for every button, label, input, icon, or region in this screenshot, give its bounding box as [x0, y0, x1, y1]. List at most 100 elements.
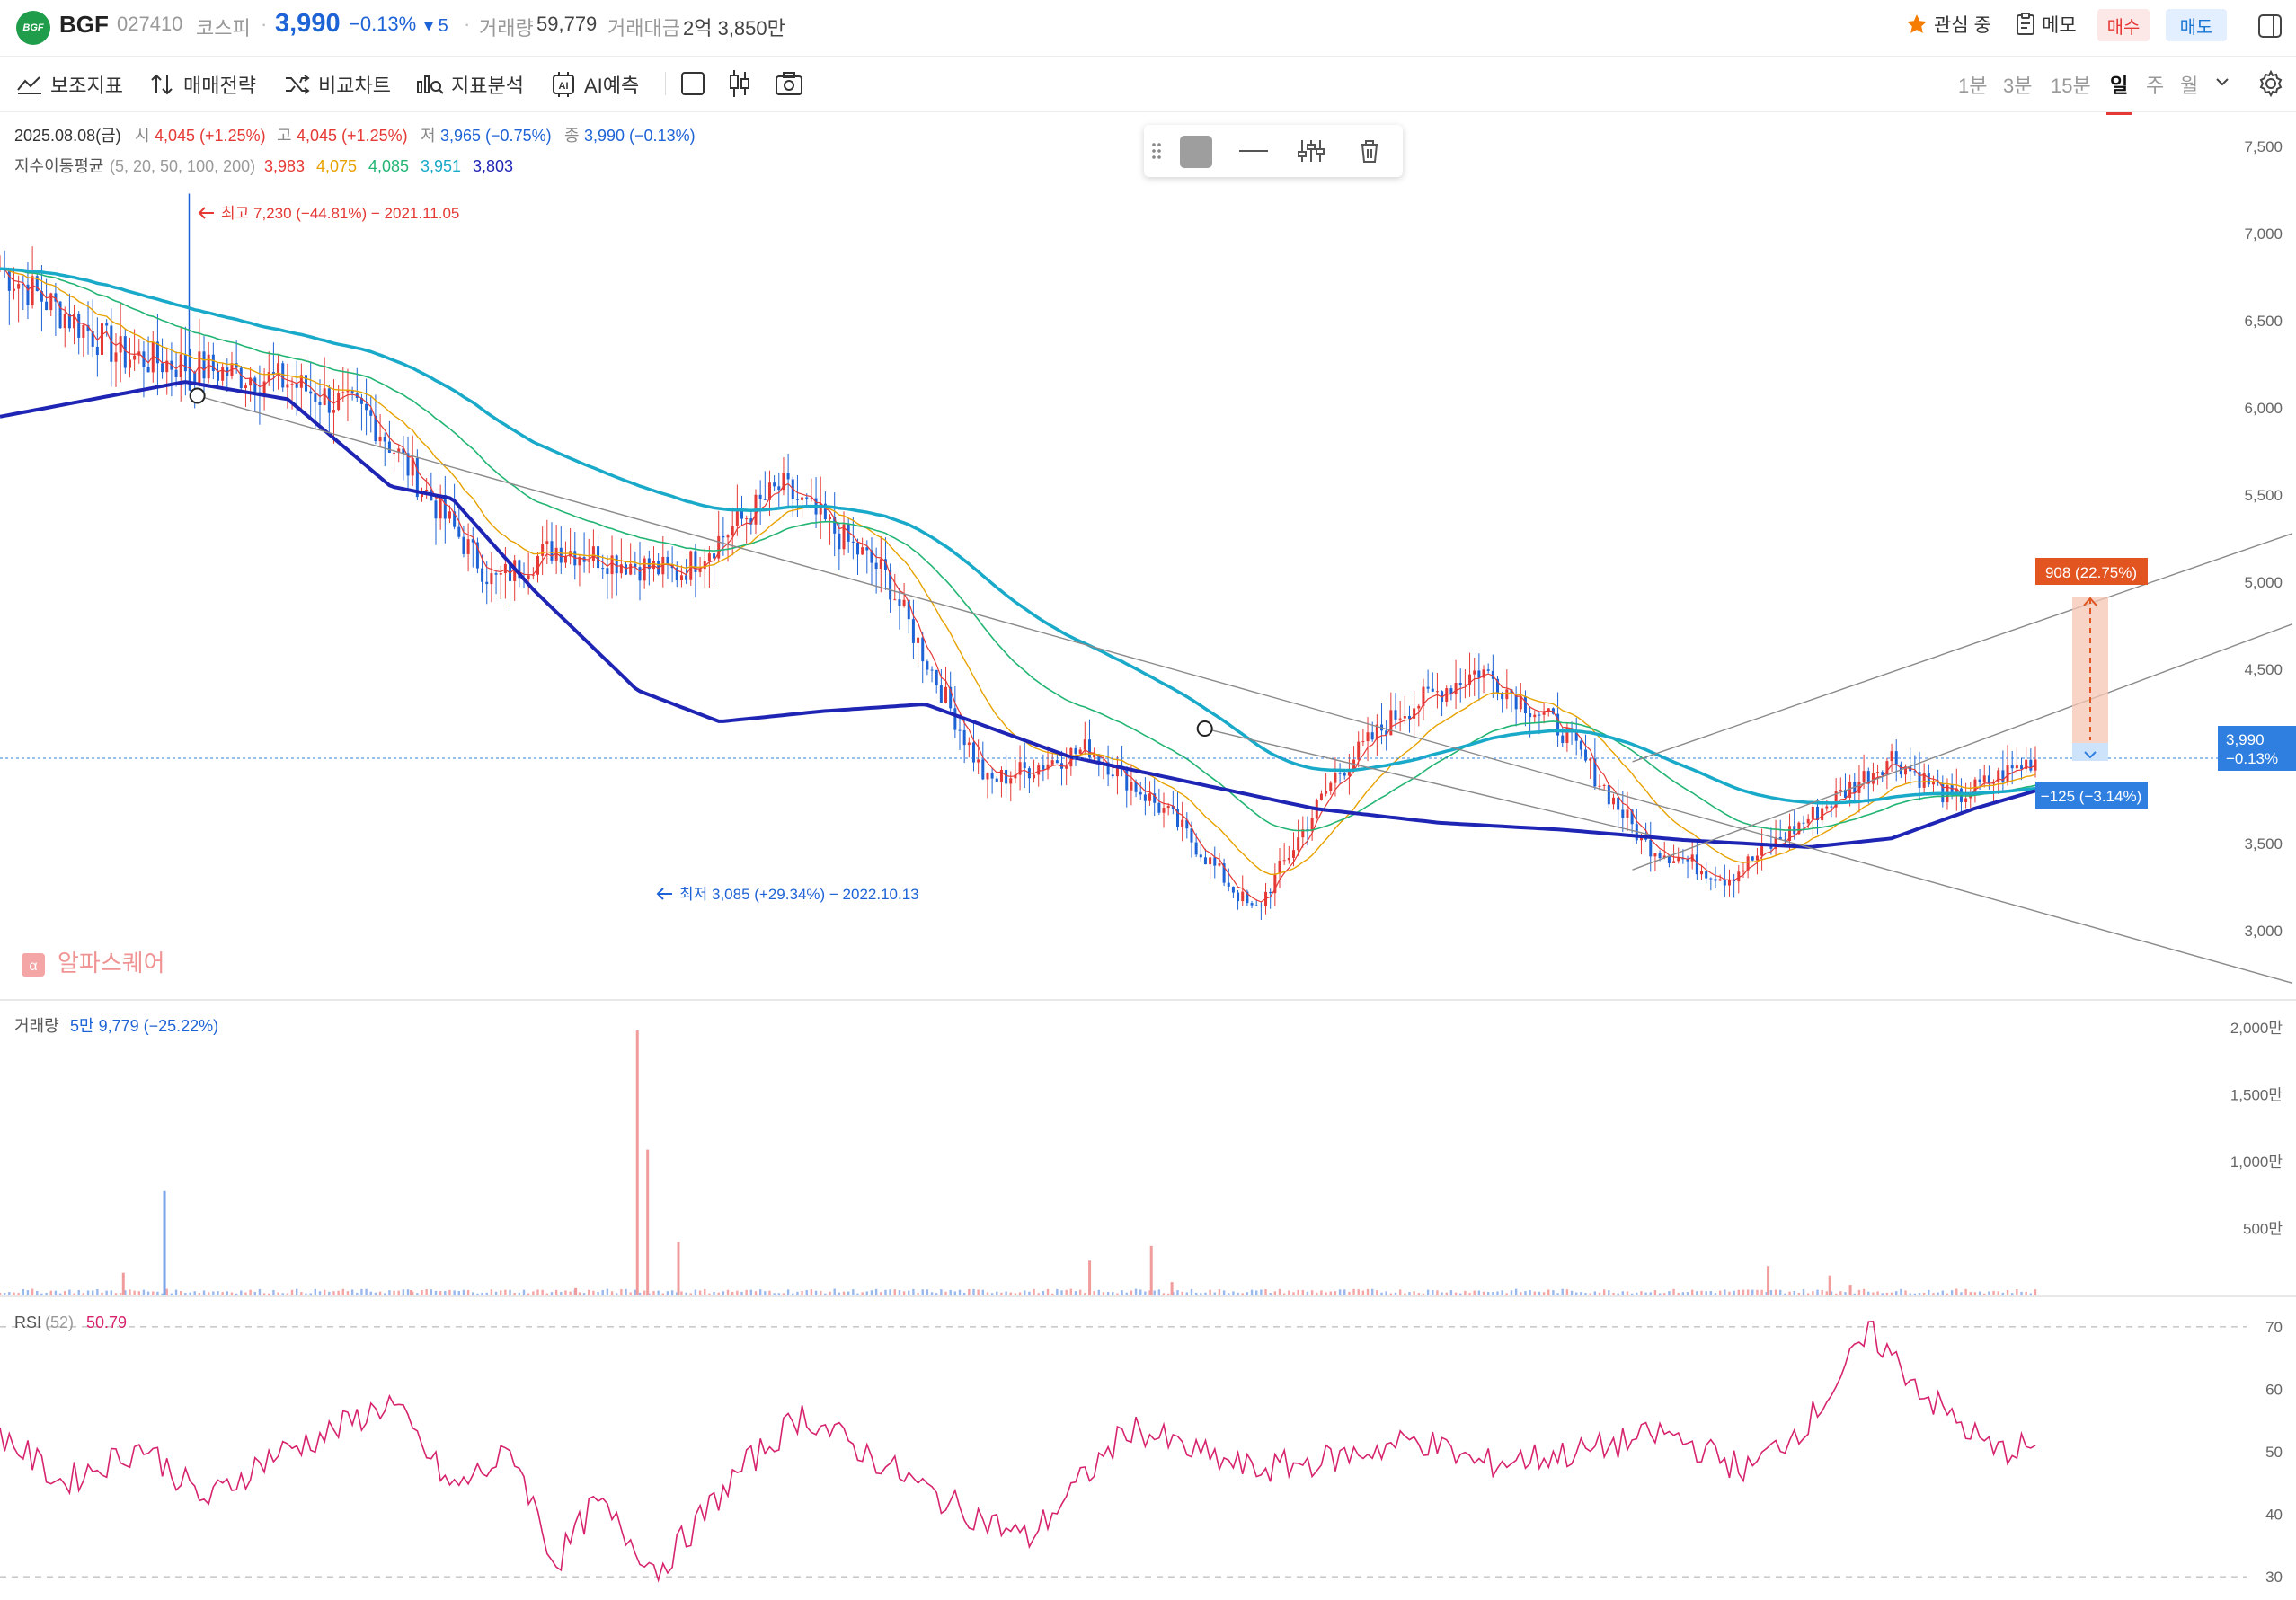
candle-body — [277, 363, 280, 375]
candle-body — [341, 392, 345, 393]
price-axis-tick: 6,500 — [2244, 313, 2283, 330]
volume-bar — [592, 1290, 595, 1295]
current-price: 3,990 — [275, 9, 341, 38]
volume-bar — [620, 1289, 623, 1295]
volume-bar — [1139, 1289, 1142, 1295]
candlestick-icon[interactable] — [726, 68, 753, 99]
trend-channel-lower — [1632, 623, 2293, 871]
timeframe-day[interactable]: 일 — [2105, 70, 2132, 115]
volume-bar — [448, 1289, 451, 1295]
timeframe-month[interactable]: 월 — [2180, 70, 2198, 99]
candle-body — [1584, 749, 1588, 761]
ma-label: 지수이동평균 — [14, 157, 103, 175]
volume-bar — [8, 1292, 11, 1295]
color-swatch-button[interactable] — [1180, 136, 1212, 168]
rsi-panel-value: 50.79 — [86, 1313, 127, 1331]
price-range-measure[interactable]: 908 (22.75%) −125 (−3.14%) — [2035, 558, 2148, 809]
volume-bar — [852, 1289, 855, 1295]
candle-body — [309, 391, 313, 394]
tool-indicator-analysis[interactable]: 지표분석 — [415, 70, 524, 99]
volume-bar — [26, 1290, 30, 1295]
side-panel-icon[interactable] — [2257, 13, 2283, 40]
candle-body — [591, 546, 595, 561]
ma100-line — [0, 267, 2036, 805]
volume-bar — [1922, 1292, 1926, 1295]
candle-body — [1617, 797, 1620, 810]
volume-bar — [1325, 1292, 1327, 1295]
volume-bar — [1584, 1293, 1587, 1295]
candle-body — [1319, 793, 1323, 800]
volume-bar — [996, 1291, 998, 1295]
tool-ai-forecast[interactable]: AI AI예측 — [550, 70, 639, 99]
candle-body — [1542, 712, 1546, 715]
volume-bar — [402, 1289, 405, 1295]
memo-button[interactable]: 메모 — [2015, 11, 2077, 38]
candle-body — [332, 410, 335, 413]
volume-bar — [2011, 1293, 2014, 1295]
tool-trading-strategy[interactable]: 매매전략 — [149, 70, 256, 99]
ai-chip-icon: AI — [553, 72, 574, 97]
settings-sliders-icon[interactable] — [1297, 137, 1325, 164]
buy-button[interactable]: 매수 — [2097, 9, 2150, 41]
volume-bar — [198, 1293, 201, 1295]
candle-body — [1727, 880, 1731, 886]
gear-icon[interactable] — [2257, 70, 2284, 97]
volume-bar — [1663, 1293, 1666, 1295]
candle-body — [1709, 878, 1713, 880]
volume-bar — [2001, 1292, 2005, 1295]
volume-axis-tick: 2,000만 — [2230, 1020, 2283, 1037]
trash-icon[interactable] — [1356, 137, 1383, 164]
high-annotation: 최고 7,230 (−44.81%) − 2021.11.05 — [198, 205, 459, 222]
watch-button[interactable]: 관심 중 — [1905, 11, 1991, 38]
volume-bar — [356, 1292, 359, 1295]
candle-body — [545, 541, 549, 544]
candle-body — [1394, 710, 1397, 720]
candle-body — [369, 410, 373, 416]
volume-bar — [249, 1289, 252, 1295]
volume-bar — [1602, 1289, 1606, 1295]
volume-bar — [1918, 1293, 1921, 1295]
candle-body — [801, 497, 804, 500]
candle-body — [77, 314, 81, 338]
square-draw-icon[interactable] — [679, 70, 706, 97]
candle-body — [962, 729, 966, 746]
volume-bar — [917, 1293, 919, 1295]
volume-bar — [1056, 1288, 1059, 1295]
tool-indicators[interactable]: 보조지표 — [16, 70, 123, 99]
timeframe-15min[interactable]: 15분 — [2051, 70, 2091, 99]
candle-body — [1065, 766, 1068, 769]
timeframe-3min[interactable]: 3분 — [2003, 70, 2032, 99]
sell-button[interactable]: 매도 — [2166, 9, 2227, 41]
volume-bar — [1102, 1292, 1105, 1295]
candle-body — [1130, 782, 1133, 791]
volume-bar — [1352, 1288, 1355, 1295]
chevron-down-icon[interactable] — [2214, 75, 2230, 88]
line-style-icon[interactable] — [1237, 141, 1270, 161]
volume-bar — [1204, 1292, 1207, 1295]
candle-body — [262, 381, 266, 394]
volume-bar — [829, 1291, 831, 1295]
timeframe-week[interactable]: 주 — [2146, 70, 2164, 99]
volume-bar — [332, 1291, 335, 1295]
shuffle-icon — [286, 75, 310, 94]
stock-code: 027410 — [117, 13, 183, 35]
drag-handle-icon[interactable] — [1151, 141, 1162, 161]
chart-canvas[interactable]: 2025.08.08(금) 시 4,045 (+1.25%) 고 4,045 (… — [0, 111, 2296, 1600]
volume-bar — [142, 1289, 146, 1295]
volume-bar — [1834, 1293, 1838, 1295]
candle-body — [161, 363, 164, 373]
rsi-panel: 70 60 50 40 30 — [0, 1319, 2283, 1586]
volume-bar — [1964, 1288, 1967, 1295]
candle-body — [481, 568, 484, 582]
candle-body — [879, 559, 882, 569]
tool-compare-chart[interactable]: 비교차트 — [284, 70, 391, 99]
candle-body — [944, 686, 948, 703]
volume-bar-spike — [574, 1287, 578, 1295]
volume-bar — [1937, 1292, 1939, 1295]
volume-bar — [378, 1291, 382, 1295]
volume-bar — [1593, 1291, 1597, 1295]
timeframe-1min[interactable]: 1분 — [1958, 70, 1987, 99]
info-open: 4,045 (+1.25%) — [155, 127, 266, 145]
ma-value-20: 4,075 — [316, 157, 357, 175]
camera-icon[interactable] — [775, 70, 803, 97]
